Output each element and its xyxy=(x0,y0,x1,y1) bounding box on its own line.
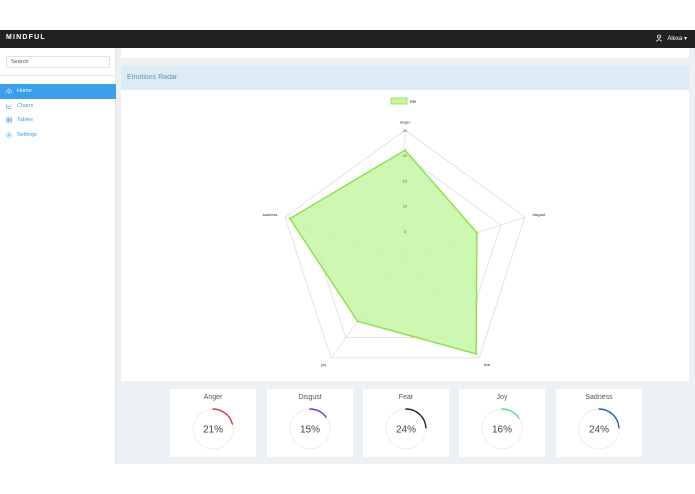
radar-data-point xyxy=(356,320,359,323)
stat-label: Disgust xyxy=(298,394,322,401)
stat-card-anger: Anger 21% xyxy=(170,389,256,457)
radar-tick-label: 25 xyxy=(403,128,408,133)
panel-title: Emotions Radar xyxy=(121,66,689,90)
stat-value: 24% xyxy=(589,425,609,436)
radar-series-area xyxy=(288,149,478,355)
stat-card-sadness: Sadness 24% xyxy=(556,389,642,457)
sidebar-item-label: Charts xyxy=(17,102,34,109)
brand-logo[interactable]: MINDFUL xyxy=(6,34,46,41)
sidebar-item-settings[interactable]: Settings xyxy=(0,128,116,143)
progress-arc xyxy=(212,408,234,425)
radar-axis-label: sadness xyxy=(263,212,278,217)
sidebar-divider xyxy=(0,75,116,76)
radar-data-point xyxy=(288,217,292,220)
stat-card-joy: Joy 16% xyxy=(459,389,545,457)
top-navbar: MINDFUL Alexa ▾ xyxy=(0,30,695,48)
sidebar-item-charts[interactable]: Charts xyxy=(0,99,116,114)
table-icon xyxy=(6,117,12,123)
radar-data-point xyxy=(403,148,407,152)
home-icon xyxy=(6,88,12,94)
radar-data-point xyxy=(474,352,478,356)
progress-arc xyxy=(309,408,327,418)
stat-value: 21% xyxy=(203,425,223,436)
legend-label: Me xyxy=(410,99,417,104)
progress-arc xyxy=(501,408,520,419)
progress-ring: 21% xyxy=(192,408,234,450)
radar-panel: Emotions Radar 5 10 15 20 25 anger disgust fear… xyxy=(121,66,689,381)
top-panel-remnant xyxy=(121,48,689,58)
radar-chart: 510152025angerdisgustfearjoysadnessMe xyxy=(263,97,546,367)
stat-value: 16% xyxy=(492,425,512,436)
radar-tick-label: 20 xyxy=(403,153,408,158)
top-strip xyxy=(0,0,695,30)
stat-card-fear: Fear 24% xyxy=(363,389,449,457)
progress-ring: 16% xyxy=(481,408,523,450)
user-menu[interactable]: Alexa ▾ xyxy=(655,34,687,42)
user-name: Alexa ▾ xyxy=(667,35,687,42)
radar-axis-label: joy xyxy=(320,362,326,367)
page-bottom xyxy=(0,464,695,494)
sidebar-item-label: Home xyxy=(17,88,32,95)
settings-icon xyxy=(6,132,12,138)
sidebar-item-label: Tables xyxy=(17,117,33,124)
radar-data-point xyxy=(475,231,479,234)
sidebar-item-label: Settings xyxy=(17,131,37,138)
stat-card-disgust: Disgust 15% xyxy=(267,389,353,457)
radar-axis-label: anger xyxy=(400,120,411,125)
stat-label: Joy xyxy=(496,394,508,401)
stat-value: 15% xyxy=(300,425,320,436)
sidebar-nav: Home Charts Tables Settings xyxy=(0,84,116,142)
radar-axis-label: fear xyxy=(484,362,492,367)
stat-value: 24% xyxy=(396,425,416,436)
stat-label: Sadness xyxy=(585,394,613,401)
sidebar-item-tables[interactable]: Tables xyxy=(0,113,116,128)
stat-label: Anger xyxy=(203,394,223,401)
radar-tick-label: 10 xyxy=(403,204,408,209)
radar-axis-label: disgust xyxy=(532,212,546,217)
sidebar: Home Charts Tables Settings xyxy=(0,48,116,464)
sidebar-item-home[interactable]: Home xyxy=(0,84,116,99)
user-icon xyxy=(656,34,663,42)
chart-icon xyxy=(6,103,12,109)
progress-ring: 15% xyxy=(289,408,331,450)
search-input[interactable] xyxy=(6,56,110,68)
progress-ring: 24% xyxy=(385,408,427,450)
main-content: Emotions Radar 5 10 15 20 25 anger disgust fear… xyxy=(116,48,695,464)
radar-tick-label: 15 xyxy=(403,178,408,183)
legend-swatch xyxy=(390,97,408,105)
progress-ring: 24% xyxy=(578,408,620,450)
stat-label: Fear xyxy=(398,394,414,401)
